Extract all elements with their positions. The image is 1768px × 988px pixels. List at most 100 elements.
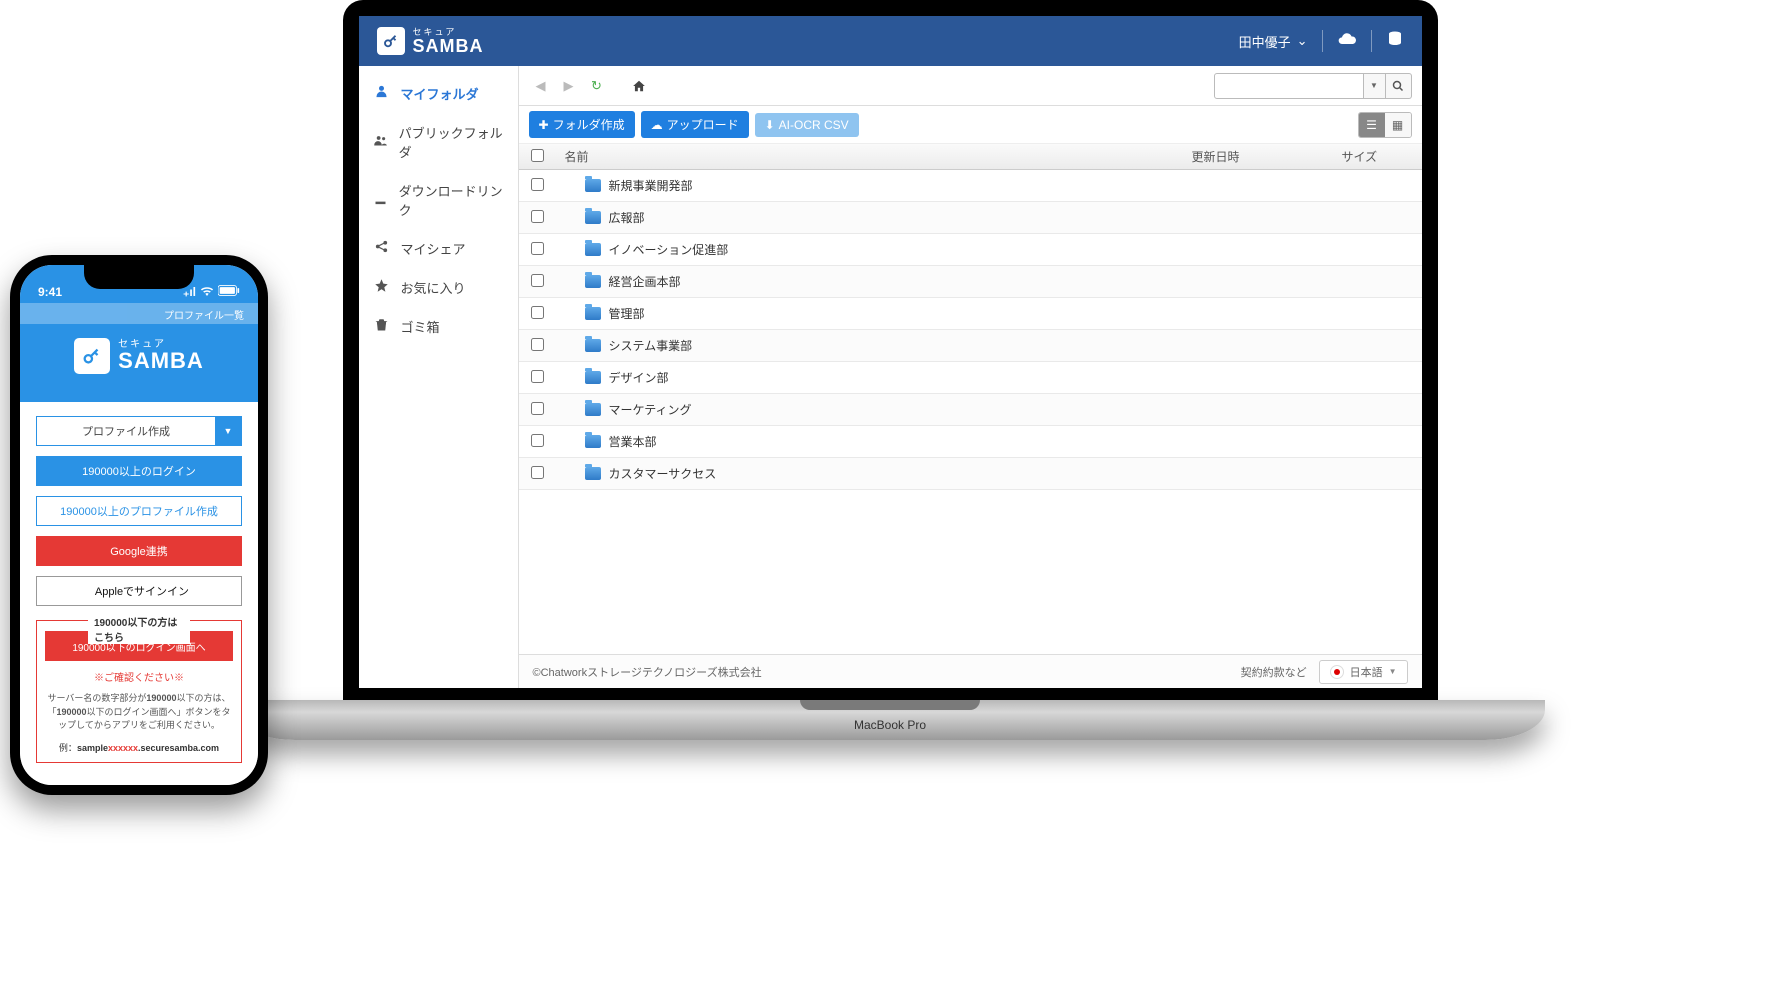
user-menu[interactable]: 田中優子 ⌄ [1239, 32, 1308, 51]
login-190000-up-button[interactable]: 190000以上のログイン [36, 456, 242, 486]
app-header: セキュア SAMBA 田中優子 ⌄ [359, 16, 1422, 66]
back-button[interactable]: ◀ [529, 74, 553, 98]
table-row[interactable]: カスタマーサクセス [519, 458, 1422, 490]
example-text: 例：samplexxxxxx.securesamba.com [45, 741, 233, 754]
profile-list-banner: プロファイル一覧 [20, 303, 258, 324]
sidebar-item-4[interactable]: お気に入り [359, 268, 518, 307]
iphone-notch [84, 265, 194, 289]
forward-button[interactable]: ▶ [557, 74, 581, 98]
folder-name: デザイン部 [609, 369, 669, 386]
sidebar-item-3[interactable]: マイシェア [359, 229, 518, 268]
list-view-button[interactable]: ☰ [1359, 113, 1385, 137]
trash-icon [373, 317, 391, 336]
table-row[interactable]: 営業本部 [519, 426, 1422, 458]
app-logo: セキュア SAMBA [377, 27, 484, 55]
create-folder-label: フォルダ作成 [553, 116, 625, 133]
row-checkbox[interactable] [531, 210, 544, 223]
download-icon [373, 191, 389, 210]
iphone-frame: 9:41 ₊ıl プロファイル一覧 セキュア SAMBA プロファイル作成 ▼ [10, 255, 268, 795]
row-checkbox[interactable] [531, 338, 544, 351]
navigation-toolbar: ◀ ▶ ↻ ▼ [519, 66, 1422, 106]
google-link-button[interactable]: Google連携 [36, 536, 242, 566]
row-checkbox[interactable] [531, 178, 544, 191]
sidebar-label: ゴミ箱 [401, 317, 440, 336]
profile-create-combo[interactable]: プロファイル作成 ▼ [36, 416, 242, 446]
folder-icon [585, 467, 601, 480]
sidebar-item-0[interactable]: マイフォルダ [359, 74, 518, 113]
column-name[interactable]: 名前 [557, 148, 1192, 165]
create-folder-button[interactable]: ✚ フォルダ作成 [529, 111, 635, 138]
user-name: 田中優子 [1239, 32, 1291, 51]
macbook-base: MacBook Pro [235, 700, 1545, 740]
profile-190000-up-button[interactable]: 190000以上のプロファイル作成 [36, 496, 242, 526]
sidebar-label: マイシェア [401, 239, 466, 258]
folder-icon [585, 435, 601, 448]
box-title: 190000以下の方はこちら [88, 614, 190, 644]
refresh-button[interactable]: ↻ [585, 74, 609, 98]
apple-signin-label: Appleでサインイン [95, 583, 189, 599]
table-row[interactable]: システム事業部 [519, 330, 1422, 362]
folder-icon [585, 275, 601, 288]
folder-name: カスタマーサクセス [609, 465, 717, 482]
key-icon [74, 338, 110, 374]
cloud-icon[interactable] [1337, 29, 1357, 54]
column-size[interactable]: サイズ [1342, 148, 1422, 165]
row-checkbox[interactable] [531, 306, 544, 319]
home-button[interactable] [627, 74, 651, 98]
table-row[interactable]: 経営企画本部 [519, 266, 1422, 298]
search-dropdown[interactable]: ▼ [1364, 73, 1386, 99]
ai-ocr-button[interactable]: ⬇AI-OCR CSV [755, 113, 859, 137]
row-checkbox[interactable] [531, 466, 544, 479]
table-row[interactable]: 広報部 [519, 202, 1422, 234]
status-indicators: ₊ıl [183, 285, 240, 299]
folder-name: 営業本部 [609, 433, 657, 450]
sidebar-label: ダウンロードリンク [399, 181, 504, 219]
folder-icon [585, 307, 601, 320]
sidebar-item-2[interactable]: ダウンロードリンク [359, 171, 518, 229]
view-toggle: ☰ ▦ [1358, 112, 1412, 138]
apple-signin-button[interactable]: Appleでサインイン [36, 576, 242, 606]
iphone-screen: 9:41 ₊ıl プロファイル一覧 セキュア SAMBA プロファイル作成 ▼ [20, 265, 258, 785]
sidebar: マイフォルダパブリックフォルダダウンロードリンクマイシェアお気に入りゴミ箱 [359, 66, 519, 688]
row-checkbox[interactable] [531, 370, 544, 383]
column-date[interactable]: 更新日時 [1192, 148, 1342, 165]
table-row[interactable]: デザイン部 [519, 362, 1422, 394]
terms-link[interactable]: 契約約款など [1241, 664, 1307, 680]
database-icon[interactable] [1386, 30, 1404, 53]
folder-name: システム事業部 [609, 337, 693, 354]
chevron-down-icon: ⌄ [1297, 33, 1308, 49]
folder-list: 新規事業開発部広報部イノベーション促進部経営企画本部管理部システム事業部デザイン… [519, 170, 1422, 654]
search-input[interactable] [1214, 73, 1364, 99]
search-button[interactable] [1386, 73, 1412, 99]
table-header: 名前 更新日時 サイズ [519, 144, 1422, 170]
folder-name: 管理部 [609, 305, 645, 322]
ai-ocr-label: AI-OCR CSV [779, 118, 849, 132]
row-checkbox[interactable] [531, 274, 544, 287]
table-row[interactable]: 管理部 [519, 298, 1422, 330]
folder-name: 経営企画本部 [609, 273, 681, 290]
row-checkbox[interactable] [531, 242, 544, 255]
japan-flag-icon [1330, 665, 1344, 679]
grid-view-button[interactable]: ▦ [1385, 113, 1411, 137]
copyright-text: ©Chatworkストレージテクノロジーズ株式会社 [533, 664, 762, 680]
key-icon [377, 27, 405, 55]
macbook-label: MacBook Pro [854, 718, 926, 732]
table-row[interactable]: イノベーション促進部 [519, 234, 1422, 266]
sidebar-item-5[interactable]: ゴミ箱 [359, 307, 518, 346]
sidebar-item-1[interactable]: パブリックフォルダ [359, 113, 518, 171]
table-row[interactable]: 新規事業開発部 [519, 170, 1422, 202]
warning-text: ※ご確認ください※ [45, 669, 233, 684]
wifi-icon [200, 285, 214, 299]
app-window: セキュア SAMBA 田中優子 ⌄ マイフォルダパブリックフォルダダウンロードリ… [359, 16, 1422, 688]
table-row[interactable]: マーケティング [519, 394, 1422, 426]
row-checkbox[interactable] [531, 434, 544, 447]
language-selector[interactable]: 日本語 ▼ [1319, 660, 1408, 684]
logo-title: SAMBA [413, 37, 484, 55]
folder-icon [585, 179, 601, 192]
plus-icon: ✚ [539, 118, 549, 132]
macbook-frame: セキュア SAMBA 田中優子 ⌄ マイフォルダパブリックフォルダダウンロードリ… [235, 0, 1545, 780]
share-icon [373, 239, 391, 258]
upload-button[interactable]: ☁アップロード [641, 111, 749, 138]
select-all-checkbox[interactable] [531, 149, 544, 162]
row-checkbox[interactable] [531, 402, 544, 415]
